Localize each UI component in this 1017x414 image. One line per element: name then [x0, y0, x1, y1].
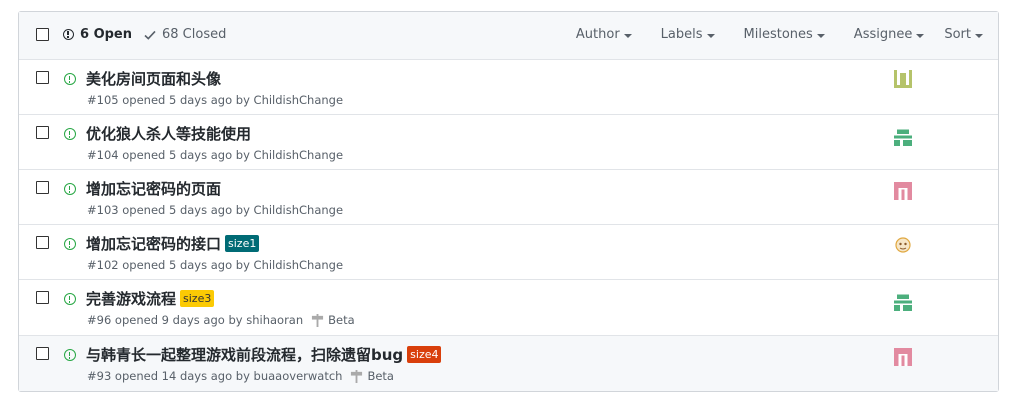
check-icon — [144, 30, 156, 40]
issue-checkbox[interactable] — [36, 126, 49, 139]
sort-filter-label: Sort — [944, 27, 971, 42]
issue-row[interactable]: 美化房间页面和头像 #105 opened 5 days ago by Chil… — [19, 60, 998, 115]
issues-list: 6 Open 68 Closed Author Labels Milestone… — [18, 11, 999, 392]
issue-opened-icon — [64, 73, 76, 85]
issue-opened-icon — [64, 349, 76, 361]
closed-count-label: 68 Closed — [162, 27, 227, 42]
issue-opened-icon — [64, 128, 76, 140]
issue-title-line: 完善游戏流程 size3 — [86, 288, 215, 309]
milestones-filter[interactable]: Milestones — [744, 27, 825, 42]
issue-checkbox[interactable] — [36, 181, 49, 194]
sort-filter[interactable]: Sort — [944, 27, 983, 42]
assignee-filter[interactable]: Assignee — [854, 27, 925, 42]
issue-row[interactable]: 增加忘记密码的页面 #103 opened 5 days ago by Chil… — [19, 170, 998, 225]
issue-row[interactable]: 增加忘记密码的接口 size1 #102 opened 5 days ago b… — [19, 225, 998, 280]
select-all-checkbox[interactable] — [36, 28, 49, 41]
issue-title-line: 增加忘记密码的页面 — [86, 178, 221, 199]
issue-label[interactable]: size3 — [180, 290, 215, 307]
issue-checkbox[interactable] — [36, 291, 49, 304]
milestone-icon — [312, 313, 324, 327]
issue-title-line: 优化狼人杀人等技能使用 — [86, 123, 251, 144]
issue-label[interactable]: size1 — [225, 235, 260, 252]
assignee-filter-label: Assignee — [853, 27, 913, 42]
issue-meta-text: #102 opened 5 days ago by ChildishChange — [87, 258, 344, 272]
issue-meta-text: #93 opened 14 days ago by buaaoverwatch — [87, 369, 343, 383]
assignee-avatar[interactable] — [894, 182, 912, 200]
issue-meta-text: #105 opened 5 days ago by ChildishChange — [87, 93, 344, 107]
issue-opened-icon — [64, 183, 76, 195]
issue-meta-text: #96 opened 9 days ago by shihaoran — [87, 313, 304, 327]
milestone-link[interactable]: Beta — [367, 369, 394, 383]
issue-opened-icon — [64, 293, 76, 305]
labels-filter-label: Labels — [660, 27, 703, 42]
issue-checkbox[interactable] — [36, 71, 49, 84]
labels-filter[interactable]: Labels — [661, 27, 715, 42]
issue-title-link[interactable]: 美化房间页面和头像 — [86, 68, 221, 89]
filter-bar: Author Labels Milestones Assignee Sort — [576, 27, 983, 42]
issue-meta: #102 opened 5 days ago by ChildishChange — [87, 258, 343, 272]
issue-title-link[interactable]: 增加忘记密码的接口 — [86, 233, 221, 254]
assignee-avatar[interactable] — [894, 236, 912, 254]
issue-row[interactable]: 完善游戏流程 size3 #96 opened 9 days ago by sh… — [19, 280, 998, 336]
issue-checkbox[interactable] — [36, 236, 49, 249]
issue-title-line: 与韩青长一起整理游戏前段流程，扫除遗留bug size4 — [86, 344, 442, 365]
issue-meta: #104 opened 5 days ago by ChildishChange — [87, 148, 343, 162]
author-filter-label: Author — [575, 27, 620, 42]
issue-checkbox[interactable] — [36, 347, 49, 360]
assignee-avatar[interactable] — [894, 128, 912, 146]
open-issues-toggle[interactable]: 6 Open — [63, 27, 132, 42]
caret-down-icon — [975, 33, 983, 38]
issue-title-line: 美化房间页面和头像 — [86, 68, 221, 89]
milestone-icon — [351, 369, 363, 383]
caret-down-icon — [916, 33, 925, 38]
issue-title-link[interactable]: 增加忘记密码的页面 — [86, 178, 221, 199]
caret-down-icon — [623, 33, 632, 38]
issue-title-link[interactable]: 完善游戏流程 — [86, 288, 176, 309]
issues-header: 6 Open 68 Closed Author Labels Milestone… — [19, 12, 998, 60]
milestones-filter-label: Milestones — [743, 27, 813, 42]
issue-opened-icon — [63, 29, 74, 40]
assignee-avatar[interactable] — [894, 293, 912, 311]
issue-meta-text: #104 opened 5 days ago by ChildishChange — [87, 148, 344, 162]
issue-meta: #103 opened 5 days ago by ChildishChange — [87, 203, 343, 217]
issue-meta-text: #103 opened 5 days ago by ChildishChange — [87, 203, 344, 217]
caret-down-icon — [706, 33, 715, 38]
issue-title-link[interactable]: 优化狼人杀人等技能使用 — [86, 123, 251, 144]
open-count-label: 6 Open — [80, 27, 132, 42]
issue-title-link[interactable]: 与韩青长一起整理游戏前段流程，扫除遗留bug — [86, 344, 403, 365]
issue-label[interactable]: size4 — [407, 346, 442, 363]
issue-opened-icon — [64, 238, 76, 250]
closed-issues-toggle[interactable]: 68 Closed — [144, 27, 226, 42]
issue-title-line: 增加忘记密码的接口 size1 — [86, 233, 260, 254]
author-filter[interactable]: Author — [576, 27, 632, 42]
state-toggle: 6 Open 68 Closed — [63, 27, 226, 42]
caret-down-icon — [816, 33, 825, 38]
issue-meta: #93 opened 14 days ago by buaaoverwatch … — [87, 369, 394, 383]
issue-meta: #96 opened 9 days ago by shihaoran Beta — [87, 313, 355, 327]
milestone-link[interactable]: Beta — [328, 313, 355, 327]
assignee-avatar[interactable] — [894, 348, 912, 366]
issue-meta: #105 opened 5 days ago by ChildishChange — [87, 93, 343, 107]
assignee-avatar[interactable] — [894, 70, 912, 88]
issue-row[interactable]: 优化狼人杀人等技能使用 #104 opened 5 days ago by Ch… — [19, 115, 998, 170]
issue-row[interactable]: 与韩青长一起整理游戏前段流程，扫除遗留bug size4 #93 opened … — [19, 336, 998, 391]
